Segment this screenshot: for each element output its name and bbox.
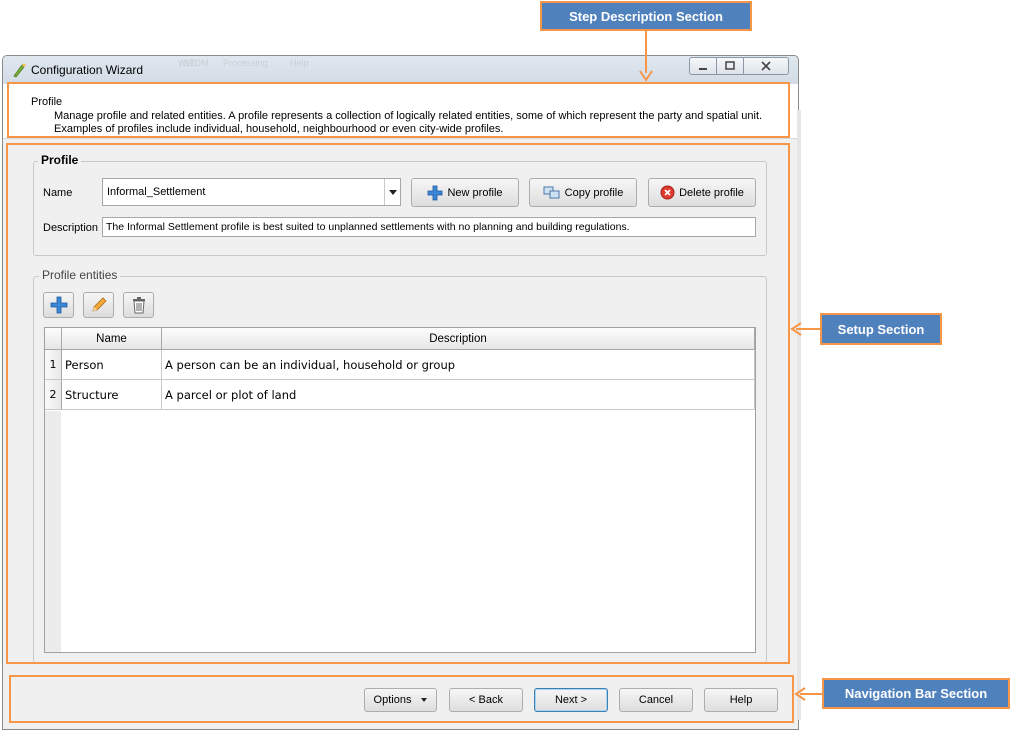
background-edge (797, 110, 801, 720)
ghost-menu-item: Help (290, 58, 309, 68)
wizard-icon (11, 62, 27, 78)
close-icon (761, 61, 771, 71)
setup-callout: Setup Section (820, 313, 942, 345)
setup-section-outline (6, 143, 790, 664)
connector-line (645, 31, 647, 73)
navigation-bar-callout: Navigation Bar Section (822, 678, 1010, 709)
window-title: Configuration Wizard (31, 63, 144, 77)
title-bar[interactable]: Configuration Wizard Web STDM Processing… (3, 56, 798, 84)
ghost-menu-item: STDM (183, 58, 209, 68)
maximize-button[interactable] (716, 57, 744, 75)
ghost-menu-item: Processing (223, 58, 268, 68)
arrow-left-icon (790, 322, 802, 336)
minimize-button[interactable] (689, 57, 717, 75)
arrow-down-icon (639, 70, 653, 82)
navigation-bar-outline (9, 675, 794, 723)
maximize-icon (725, 61, 735, 70)
arrow-left-icon (794, 687, 806, 701)
step-description-outline (7, 82, 790, 138)
step-description-callout: Step Description Section (540, 1, 752, 31)
close-button[interactable] (743, 57, 789, 75)
minimize-icon (699, 68, 707, 70)
